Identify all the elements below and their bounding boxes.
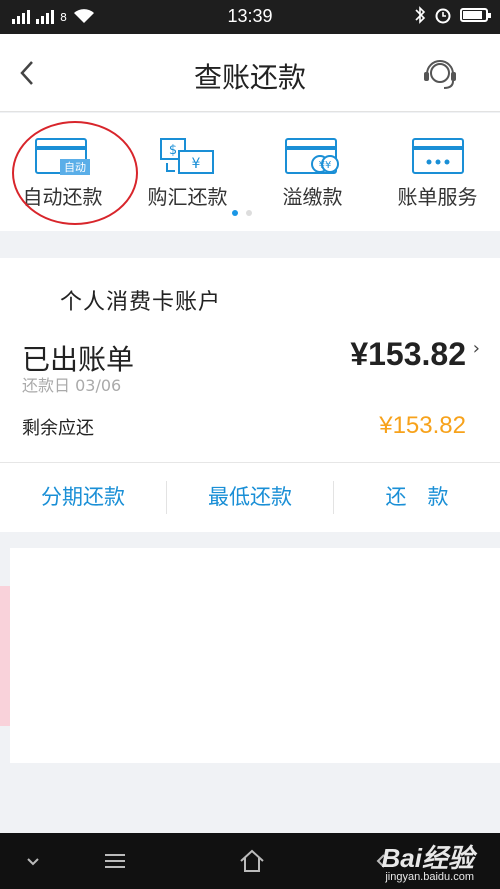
account-name: 个人消费卡账户 <box>60 290 222 315</box>
page-indicator <box>232 210 252 216</box>
svg-text:¥¥: ¥¥ <box>318 160 331 171</box>
annotation-circle <box>12 121 138 225</box>
edge-strip <box>0 586 10 726</box>
chevron-down-icon[interactable] <box>18 847 48 875</box>
repay-button[interactable]: 还 款 <box>334 463 500 532</box>
customer-service-icon[interactable] <box>420 52 460 94</box>
overpayment-card-icon: ¥¥ <box>284 138 339 174</box>
alarm-icon <box>435 8 451 24</box>
battery-icon <box>460 8 491 22</box>
quick-action-label: 购汇还款 <box>147 185 228 209</box>
repay-actions: 分期还款 最低还款 还 款 <box>0 463 500 532</box>
minimum-repay-button[interactable]: 最低还款 <box>167 463 333 532</box>
menu-icon[interactable] <box>100 847 130 875</box>
status-bar: 8 13:39 <box>0 0 500 34</box>
bluetooth-icon <box>415 6 426 24</box>
top-nav: 查账还款 <box>0 34 500 112</box>
svg-text:$: $ <box>168 143 176 158</box>
watermark-logo: Bai经验 jingyan.baidu.com <box>382 838 474 883</box>
chevron-right-icon[interactable]: › <box>473 338 480 359</box>
page-dot <box>246 210 252 216</box>
currency-exchange-icon: $ ¥ <box>159 138 214 174</box>
quick-action-label: 账单服务 <box>397 185 478 209</box>
quick-action-overpayment[interactable]: ¥¥ 溢缴款 <box>250 113 375 231</box>
due-date: 还款日 03/06 <box>22 376 122 395</box>
installment-button[interactable]: 分期还款 <box>0 463 166 532</box>
remaining-amount: ¥153.82 <box>379 412 466 439</box>
content-panel <box>10 548 500 763</box>
watermark-url: jingyan.baidu.com <box>385 871 474 883</box>
svg-text:¥: ¥ <box>191 156 200 172</box>
remaining-label: 剩余应还 <box>22 418 94 439</box>
quick-action-label: 溢缴款 <box>282 185 343 209</box>
quick-action-bill-service[interactable]: 账单服务 <box>375 113 500 231</box>
bill-service-card-icon <box>411 138 464 174</box>
statement-amount[interactable]: ¥153.82 <box>350 336 466 373</box>
home-icon[interactable] <box>237 847 267 875</box>
watermark-brand: Bai经验 <box>381 843 474 873</box>
page-dot-active <box>232 210 238 216</box>
account-card: 个人消费卡账户 已出账单 还款日 03/06 ¥153.82 › 剩余应还 ¥1… <box>0 258 500 532</box>
